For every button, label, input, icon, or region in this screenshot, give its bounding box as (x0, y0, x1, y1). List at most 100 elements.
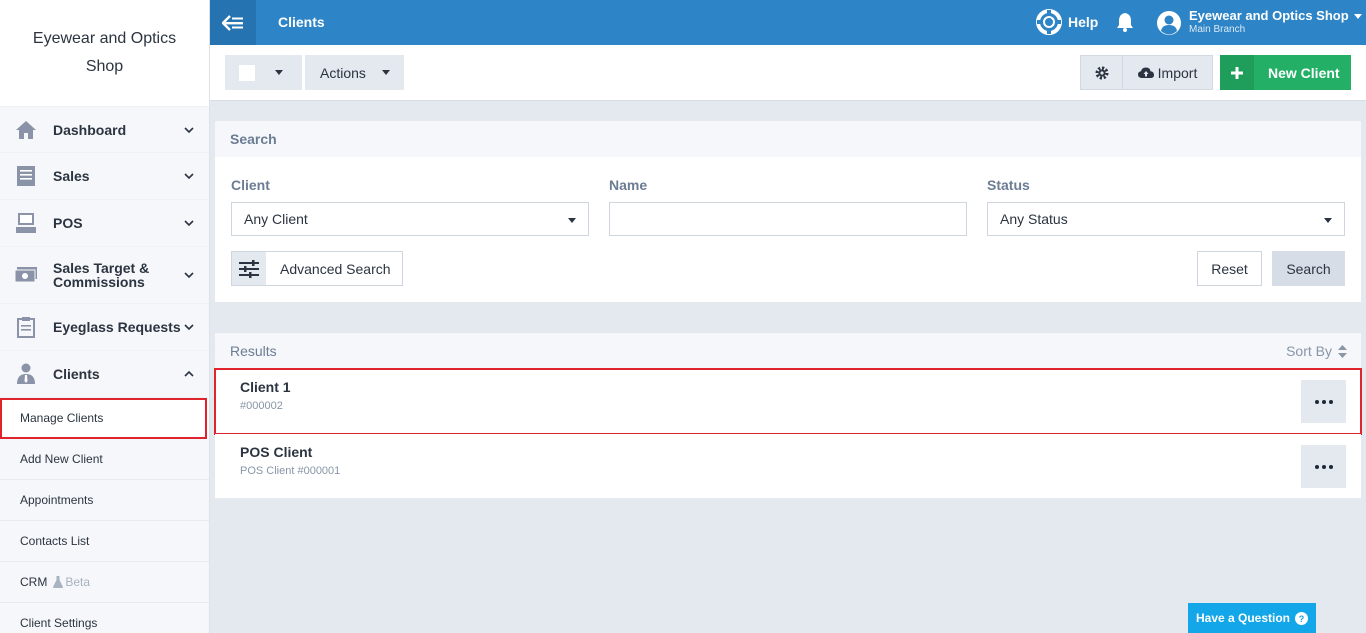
sort-by-button[interactable]: Sort By (1286, 343, 1347, 359)
caret-down-icon (381, 70, 390, 75)
caret-down-icon (1353, 14, 1362, 20)
status-filter-label: Status (987, 177, 1030, 193)
question-circle-icon: ? (1295, 611, 1309, 625)
sidebar-item-label: Dashboard (53, 121, 127, 138)
search-panel-title: Search (215, 121, 1361, 157)
sidebar: Eyewear and Optics Shop Dashboard Sales … (0, 0, 210, 633)
beta-badge: Beta (53, 575, 90, 589)
account-name: Eyewear and Optics Shop (1189, 8, 1349, 23)
sort-by-label: Sort By (1286, 343, 1332, 359)
bell-icon (1117, 13, 1133, 32)
notifications-button[interactable] (1116, 12, 1134, 35)
sidebar-subitem-client-settings[interactable]: Client Settings (0, 603, 209, 633)
client-number: #000002 (240, 400, 283, 412)
arrow-left-icon (222, 14, 243, 31)
results-header: Results Sort By (215, 333, 1361, 369)
table-row[interactable]: Client 1 #000002 (214, 368, 1362, 435)
plus-icon (1220, 55, 1254, 90)
top-bar: Clients Help Eyewear and Optics Shop Mai… (210, 0, 1366, 45)
gear-icon (1095, 66, 1108, 79)
clipboard-icon (14, 315, 38, 339)
sidebar-item-label: Clients (53, 366, 100, 382)
chevron-down-icon (184, 324, 194, 331)
client-filter-select[interactable]: Any Client (231, 202, 589, 236)
sidebar-subitem-label: CRM (20, 575, 48, 589)
back-button[interactable] (210, 0, 256, 45)
chevron-down-icon (184, 272, 194, 279)
sidebar-item-dashboard[interactable]: Dashboard (0, 106, 209, 153)
svg-text:?: ? (1299, 614, 1305, 624)
name-filter-label: Name (609, 177, 648, 193)
sidebar-item-eyeglass-requests[interactable]: Eyeglass Requests (0, 304, 209, 351)
advanced-search-label: Advanced Search (280, 260, 391, 277)
search-panel: Search Client Any Client Name Status Any… (215, 121, 1361, 302)
ellipsis-icon (1314, 464, 1319, 469)
cloud-upload-icon (1137, 67, 1154, 78)
ellipsis-icon (1314, 399, 1319, 404)
sidebar-subitem-crm[interactable]: CRM Beta (0, 562, 209, 603)
sort-icon (1338, 344, 1347, 358)
search-button[interactable]: Search (1272, 251, 1345, 286)
select-all-dropdown[interactable] (225, 55, 302, 90)
sidebar-item-label: POS (53, 215, 83, 231)
client-name: Client 1 (240, 379, 291, 395)
brand-name: Eyewear and Optics Shop (32, 30, 177, 75)
user-tie-icon (14, 362, 38, 386)
beta-label: Beta (65, 575, 91, 589)
ellipsis-dot (1328, 464, 1333, 469)
table-row[interactable]: POS Client POS Client #000001 (215, 434, 1361, 499)
account-menu[interactable]: Eyewear and Optics Shop Main Branch (1156, 8, 1362, 37)
actions-label: Actions (320, 64, 366, 81)
more-options-button[interactable] (1301, 380, 1346, 423)
ellipsis-dot (1321, 464, 1326, 469)
more-options-button[interactable] (1301, 445, 1346, 488)
actions-dropdown[interactable]: Actions (305, 55, 404, 90)
branch-name: Main Branch (1189, 24, 1246, 35)
sidebar-item-clients[interactable]: Clients (0, 351, 209, 398)
help-link[interactable]: Help (1036, 9, 1098, 35)
caret-down-icon (1324, 218, 1332, 223)
sidebar-subitem-add-new-client[interactable]: Add New Client (0, 439, 209, 480)
money-icon (14, 263, 38, 287)
name-filter-input[interactable] (609, 202, 967, 236)
flask-icon (53, 576, 64, 588)
sidebar-item-sales-target[interactable]: Sales Target & Commissions (0, 247, 209, 304)
status-filter-select[interactable]: Any Status (987, 202, 1345, 236)
results-title: Results (230, 343, 277, 359)
sliders-icon (232, 252, 266, 285)
receipt-icon (14, 164, 38, 188)
user-circle-icon (1157, 10, 1181, 35)
status-filter-value: Any Status (1000, 211, 1068, 227)
client-name: POS Client (240, 444, 313, 460)
sidebar-subitem-appointments[interactable]: Appointments (0, 480, 209, 521)
lifebuoy-icon (1036, 9, 1062, 35)
client-filter-label: Client (231, 177, 270, 193)
import-button[interactable]: Import (1122, 55, 1213, 90)
chevron-down-icon (184, 173, 194, 180)
reset-button[interactable]: Reset (1197, 251, 1262, 286)
client-number: POS Client #000001 (240, 465, 341, 477)
ellipsis-dot (1321, 399, 1326, 404)
have-a-question-button[interactable]: Have a Question ? (1188, 603, 1316, 633)
have-a-question-label: Have a Question (1195, 611, 1291, 625)
sidebar-item-label: Eyeglass Requests (53, 319, 181, 335)
chevron-up-icon (184, 370, 194, 377)
settings-button[interactable] (1080, 55, 1123, 90)
home-icon (14, 118, 38, 142)
new-client-button[interactable]: New Client (1220, 55, 1351, 90)
chevron-down-icon (184, 126, 194, 133)
page-title: Clients (278, 14, 325, 30)
advanced-search-button[interactable]: Advanced Search (231, 251, 403, 286)
caret-down-icon (568, 218, 576, 223)
client-filter-value: Any Client (244, 211, 308, 227)
select-all-checkbox[interactable] (239, 64, 255, 81)
sidebar-item-sales[interactable]: Sales (0, 153, 209, 200)
new-client-label: New Client (1268, 64, 1340, 81)
sidebar-item-pos[interactable]: POS (0, 200, 209, 247)
sidebar-subitem-manage-clients[interactable]: Manage Clients (0, 398, 207, 439)
sidebar-subitem-contacts-list[interactable]: Contacts List (0, 521, 209, 562)
import-label: Import (1157, 64, 1198, 81)
chevron-down-icon (184, 220, 194, 227)
sidebar-item-label: Sales (53, 168, 90, 184)
caret-down-icon (275, 70, 283, 75)
